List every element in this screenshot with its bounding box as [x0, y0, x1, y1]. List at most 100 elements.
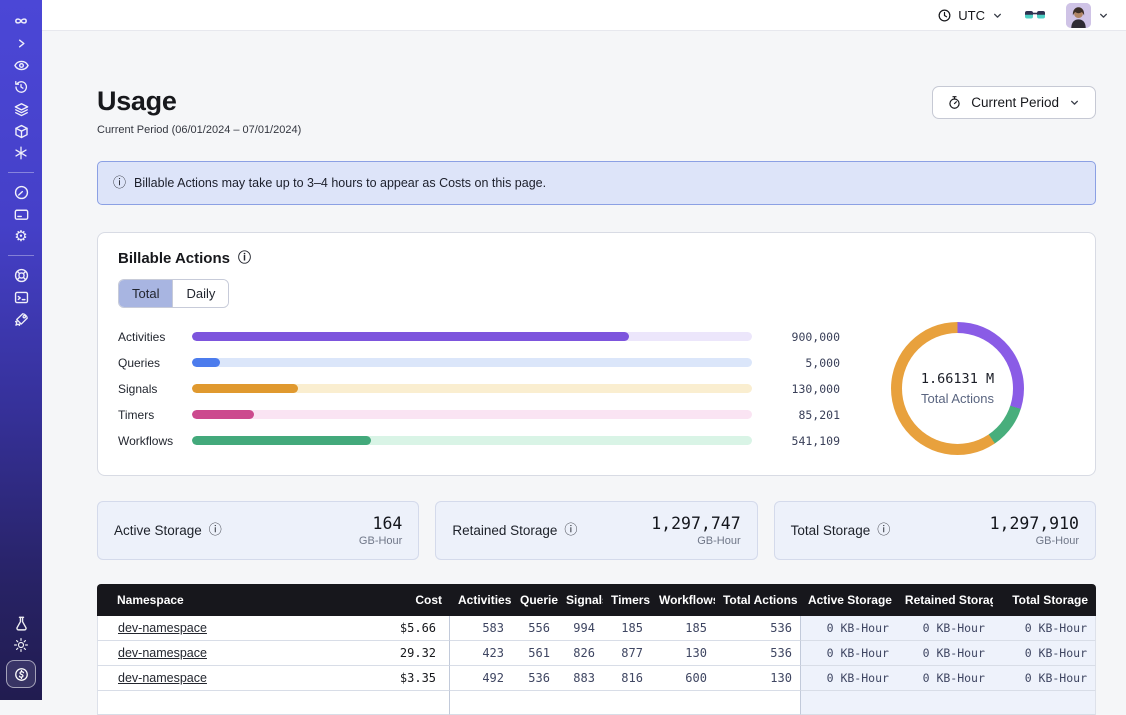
- table-cell: 826: [558, 641, 603, 666]
- gauge-icon[interactable]: [7, 181, 35, 203]
- bar-row-signals: Signals130,000: [118, 376, 840, 402]
- column-header-active-storage: Active Storage: [800, 584, 897, 616]
- table-cell: 0 KB-Hour: [897, 666, 993, 691]
- sun-icon[interactable]: [7, 634, 35, 656]
- terminal-icon[interactable]: [7, 286, 35, 308]
- table-cell: 561: [512, 641, 558, 666]
- namespace-link[interactable]: dev-namespace: [118, 671, 207, 685]
- cube-icon[interactable]: [7, 120, 35, 142]
- storage-card-total-storage: Total Storageⓘ 1,297,910GB-Hour: [774, 501, 1096, 560]
- table-cell: 0 KB-Hour: [897, 616, 993, 641]
- table-cell: [603, 691, 651, 715]
- info-icon[interactable]: ⓘ: [877, 524, 890, 537]
- bar-track: [192, 384, 752, 393]
- bar-row-activities: Activities900,000: [118, 324, 840, 350]
- namespace-cell: dev-namespace: [97, 641, 365, 666]
- tab-total[interactable]: Total: [119, 280, 172, 307]
- gear-icon[interactable]: ⚙: [7, 225, 35, 247]
- storage-card-value: 1,297,910GB-Hour: [990, 514, 1079, 547]
- table-cell: 536: [715, 641, 800, 666]
- account-menu[interactable]: [1066, 3, 1110, 28]
- temporal-logo-icon[interactable]: [7, 10, 35, 32]
- info-icon[interactable]: ⓘ: [238, 252, 251, 265]
- column-header-total-actions: Total Actions: [715, 584, 800, 616]
- clock-icon: [937, 8, 952, 23]
- timezone-label: UTC: [958, 8, 985, 23]
- lifebuoy-icon[interactable]: [7, 264, 35, 286]
- table-body: dev-namespace$5.665835569941851855360 KB…: [97, 616, 1096, 715]
- table-cell: 0 KB-Hour: [800, 641, 897, 666]
- billable-tabs: TotalDaily: [118, 279, 229, 308]
- page-subtitle: Current Period (06/01/2024 – 07/01/2024): [97, 124, 301, 136]
- namespace-link[interactable]: dev-namespace: [118, 621, 207, 635]
- layers-icon[interactable]: [7, 98, 35, 120]
- table-cell: 877: [603, 641, 651, 666]
- info-icon[interactable]: ⓘ: [209, 524, 222, 537]
- table-row: dev-namespace$5.665835569941851855360 KB…: [97, 616, 1096, 641]
- stopwatch-icon: [947, 95, 962, 110]
- column-header-signals: Signals: [558, 584, 603, 616]
- chevron-right-icon[interactable]: [7, 32, 35, 54]
- column-header-total-storage: Total Storage: [993, 584, 1096, 616]
- banner-text: Billable Actions may take up to 3–4 hour…: [134, 176, 546, 190]
- rocket-icon[interactable]: [7, 308, 35, 330]
- column-header-workflows: Workflows: [651, 584, 715, 616]
- bar-track: [192, 332, 752, 341]
- timezone-selector[interactable]: UTC: [937, 8, 1004, 23]
- chevron-down-icon: [1097, 9, 1110, 22]
- table-cell: 0 KB-Hour: [993, 666, 1096, 691]
- bar-track: [192, 358, 752, 367]
- info-icon[interactable]: ⓘ: [564, 524, 577, 537]
- table-cell: [897, 691, 993, 715]
- chevron-down-icon: [991, 9, 1004, 22]
- table-cell: 994: [558, 616, 603, 641]
- eye-icon[interactable]: [7, 54, 35, 76]
- billable-actions-title: Billable Actions: [118, 250, 230, 267]
- table-cell: 0 KB-Hour: [993, 641, 1096, 666]
- topbar: UTC: [42, 0, 1126, 31]
- table-cell: 536: [715, 616, 800, 641]
- storage-card-value: 1,297,747GB-Hour: [651, 514, 740, 547]
- bar-track: [192, 436, 752, 445]
- table-cell: [651, 691, 715, 715]
- namespace-cell: dev-namespace: [97, 666, 365, 691]
- storage-card-label: Total Storageⓘ: [791, 523, 891, 538]
- table-cell: 130: [651, 641, 715, 666]
- flask-icon[interactable]: [7, 612, 35, 634]
- storage-card-value: 164GB-Hour: [359, 514, 402, 547]
- column-header-activities: Activities: [450, 584, 512, 616]
- info-banner: ⓘ Billable Actions may take up to 3–4 ho…: [97, 161, 1096, 205]
- storage-card-label: Retained Storageⓘ: [452, 523, 577, 538]
- table-cell: 492: [450, 666, 512, 691]
- tab-daily[interactable]: Daily: [172, 280, 228, 307]
- info-icon[interactable]: ⓘ: [113, 177, 126, 190]
- table-cell: $3.35: [365, 666, 450, 691]
- page-title: Usage: [97, 86, 301, 117]
- table-cell: 185: [603, 616, 651, 641]
- table-row: dev-namespace29.324235618268771305360 KB…: [97, 641, 1096, 666]
- bar-value: 541,109: [764, 434, 840, 448]
- main-content: Usage Current Period (06/01/2024 – 07/01…: [42, 31, 1126, 700]
- namespace-link[interactable]: dev-namespace: [118, 646, 207, 660]
- billing-card-icon[interactable]: [7, 203, 35, 225]
- page-header: Usage Current Period (06/01/2024 – 07/01…: [97, 86, 1096, 136]
- bar-track: [192, 410, 752, 419]
- table-header-row: NamespaceCostActivitiesQueriesSignalsTim…: [97, 584, 1096, 616]
- dollar-coin-button[interactable]: [6, 660, 36, 688]
- period-dropdown-button[interactable]: Current Period: [932, 86, 1096, 119]
- asterisk-icon[interactable]: [7, 142, 35, 164]
- bar-row-workflows: Workflows541,109: [118, 428, 840, 454]
- history-icon[interactable]: [7, 76, 35, 98]
- sidebar-divider: [8, 172, 34, 173]
- bar-fill: [192, 332, 629, 341]
- column-header-retained-storage: Retained Storage: [897, 584, 993, 616]
- table-cell: [365, 691, 450, 715]
- bar-fill: [192, 358, 220, 367]
- chevron-down-icon: [1068, 96, 1081, 109]
- table-cell: [558, 691, 603, 715]
- bar-value: 900,000: [764, 330, 840, 344]
- glasses-icon[interactable]: [1024, 8, 1046, 22]
- donut-center-label: Total Actions: [921, 391, 994, 406]
- table-cell: 0 KB-Hour: [800, 666, 897, 691]
- sidebar-divider: [8, 255, 34, 256]
